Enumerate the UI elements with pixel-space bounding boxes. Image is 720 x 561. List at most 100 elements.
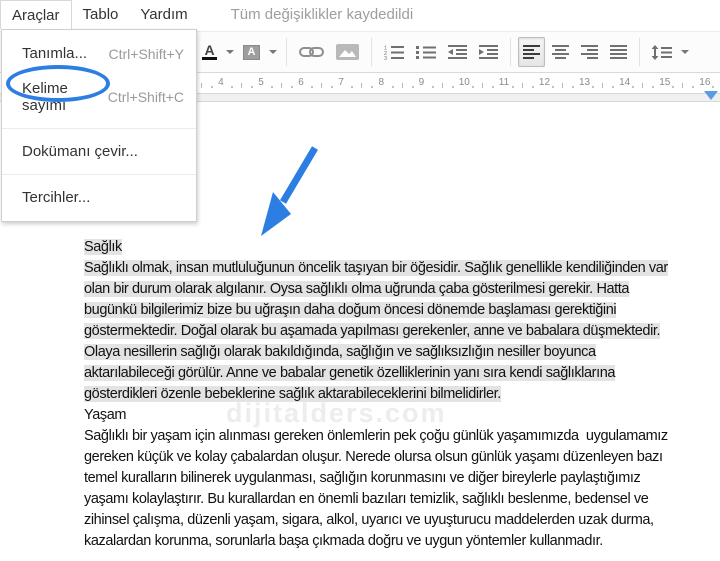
justify-icon bbox=[610, 45, 627, 59]
line-text: Olaya nesillerin sağlığı olarak bakıldığ… bbox=[84, 344, 596, 360]
text-line: olan bir durum olarak algılanır. Oysa sa… bbox=[84, 279, 714, 300]
toolbar-separator bbox=[510, 38, 511, 66]
toolbar-separator bbox=[639, 38, 640, 66]
ruler-dot bbox=[391, 86, 394, 88]
text-line: Sağlıklı bir yaşam için alınması gereken… bbox=[84, 426, 714, 447]
ruler-dot bbox=[231, 86, 234, 88]
ruler-number: 8 bbox=[378, 77, 385, 88]
line-text: yaşamı kolaylaştırır. Bu kurallardan en … bbox=[84, 491, 649, 507]
menu-separator bbox=[2, 174, 196, 175]
ruler-dot bbox=[311, 86, 314, 88]
line-text: zihinsel çalışma, düzenli yaşam, sigara,… bbox=[84, 512, 654, 528]
menu-separator bbox=[2, 128, 196, 129]
insert-link-button[interactable] bbox=[294, 37, 329, 67]
ruler-tick bbox=[521, 83, 523, 88]
justify-button[interactable] bbox=[605, 37, 632, 67]
toolbar-separator bbox=[286, 38, 287, 66]
menubar-item-araçlar[interactable]: Araçlar bbox=[0, 0, 72, 29]
menu-item-label: Kelime sayımı bbox=[22, 80, 68, 114]
down-left-arrow-icon bbox=[261, 146, 319, 236]
align-center-icon bbox=[552, 45, 569, 59]
menu-item-shortcut: Ctrl+Shift+C bbox=[107, 89, 184, 105]
align-right-button[interactable] bbox=[576, 37, 603, 67]
ruler-dot bbox=[411, 86, 414, 88]
heading-text: Yaşam bbox=[84, 407, 127, 423]
ruler-number: 14 bbox=[619, 77, 631, 88]
ruler-dot bbox=[491, 86, 494, 88]
align-center-button[interactable] bbox=[547, 37, 574, 67]
link-icon bbox=[299, 47, 324, 57]
align-right-icon bbox=[581, 45, 598, 59]
ruler-dot bbox=[592, 86, 595, 88]
line-spacing-button[interactable] bbox=[647, 37, 677, 67]
ruler-number: 7 bbox=[338, 77, 344, 88]
menu-bar: Araçlar Tablo Yardım Tüm değişiklikler kay… bbox=[0, 0, 720, 29]
highlight-color-icon: A bbox=[243, 44, 260, 60]
ruler-dot bbox=[471, 86, 474, 88]
numbered-list-button[interactable]: 1 2 3 bbox=[379, 37, 409, 67]
ruler-dot bbox=[271, 86, 274, 88]
line-text: gereken küçük ve kolay çabalardan oluşur… bbox=[84, 449, 663, 465]
line-spacing-dropdown-icon[interactable] bbox=[681, 50, 689, 54]
ruler-dot bbox=[632, 86, 635, 88]
highlight-color-button[interactable]: A bbox=[238, 37, 265, 67]
text-line: bugünkü bilgilerimiz bize bu uğraşın dah… bbox=[84, 300, 714, 321]
menu-item[interactable]: Tanımla... Ctrl+Shift+Y bbox=[2, 36, 196, 71]
increase-indent-button[interactable] bbox=[474, 37, 503, 67]
ruler-dot bbox=[211, 86, 214, 88]
tools-menu-dropdown: Tanımla... Ctrl+Shift+Y Kelime sayımı Ctrl+… bbox=[1, 29, 197, 222]
ruler-dot bbox=[351, 86, 354, 88]
document-text-area[interactable]: Sağlık Sağlıklı olmak, insan mutluluğunun… bbox=[84, 237, 714, 552]
text-color-dropdown-icon[interactable] bbox=[226, 50, 234, 54]
ruler-tick bbox=[401, 83, 403, 88]
ruler-dot bbox=[451, 86, 454, 88]
menu-item[interactable]: Tercihler... bbox=[2, 180, 196, 215]
bulleted-list-icon bbox=[416, 45, 436, 59]
ruler-number: 13 bbox=[579, 77, 591, 88]
ruler-dot bbox=[251, 86, 254, 88]
menu-item[interactable]: Kelime sayımı Ctrl+Shift+C bbox=[2, 65, 196, 123]
menu-item-label: Tercihler... bbox=[22, 189, 91, 206]
ruler-dot bbox=[551, 86, 554, 88]
text-line: gösterdikleri özenle bebeklerine sağlık … bbox=[84, 384, 714, 405]
ruler-dot bbox=[712, 86, 715, 88]
menubar-item-yardım[interactable]: Yardım bbox=[129, 0, 198, 29]
text-line: aktarılabileceği görülür. Anne ve babala… bbox=[84, 363, 714, 384]
numbered-list-icon: 1 2 3 bbox=[384, 45, 404, 60]
menubar-item-tablo[interactable]: Tablo bbox=[72, 0, 130, 29]
align-left-icon bbox=[523, 45, 540, 59]
ruler-dot bbox=[291, 86, 294, 88]
ruler-tick bbox=[602, 83, 604, 88]
heading-text: Sağlık bbox=[84, 239, 122, 255]
ruler-tick bbox=[481, 83, 483, 88]
text-line: Olaya nesillerin sağlığı olarak bakıldığ… bbox=[84, 342, 714, 363]
text-line: zihinsel çalışma, düzenli yaşam, sigara,… bbox=[84, 510, 714, 531]
save-status-text: Tüm değişiklikler kaydedildi bbox=[230, 6, 414, 23]
toolbar-separator bbox=[371, 38, 372, 66]
text-line: gereken küçük ve kolay çabalardan oluşur… bbox=[84, 447, 714, 468]
ruler-dot bbox=[612, 86, 615, 88]
insert-image-button[interactable] bbox=[331, 37, 364, 67]
line-text: gösterdikleri özenle bebeklerine sağlık … bbox=[84, 386, 501, 402]
line-text: bugünkü bilgilerimiz bize bu uğraşın dah… bbox=[84, 302, 617, 318]
section-heading: Sağlık bbox=[84, 237, 714, 258]
image-icon bbox=[336, 44, 359, 60]
bulleted-list-button[interactable] bbox=[411, 37, 441, 67]
line-text: aktarılabileceği görülür. Anne ve babala… bbox=[84, 365, 616, 381]
ruler-dot bbox=[331, 86, 334, 88]
ruler-number: 9 bbox=[418, 77, 425, 88]
right-margin-marker-icon[interactable] bbox=[704, 91, 718, 100]
decrease-indent-button[interactable] bbox=[443, 37, 472, 67]
line-text: göstermektedir. Doğal olarak bu aşamada … bbox=[84, 323, 661, 339]
ruler-tick bbox=[682, 83, 684, 88]
ruler-tick bbox=[281, 83, 283, 88]
text-color-swatch bbox=[202, 57, 217, 60]
ruler-dot bbox=[652, 86, 655, 88]
align-left-button[interactable] bbox=[518, 37, 545, 67]
menu-item[interactable]: Dokümanı çevir... bbox=[2, 134, 196, 169]
ruler-tick bbox=[201, 83, 203, 88]
line-text: Sağlıklı bir yaşam için alınması gereken… bbox=[84, 428, 668, 444]
highlight-color-dropdown-icon[interactable] bbox=[269, 50, 277, 54]
ruler-number: 5 bbox=[258, 77, 264, 88]
text-color-button[interactable]: A bbox=[197, 37, 222, 67]
